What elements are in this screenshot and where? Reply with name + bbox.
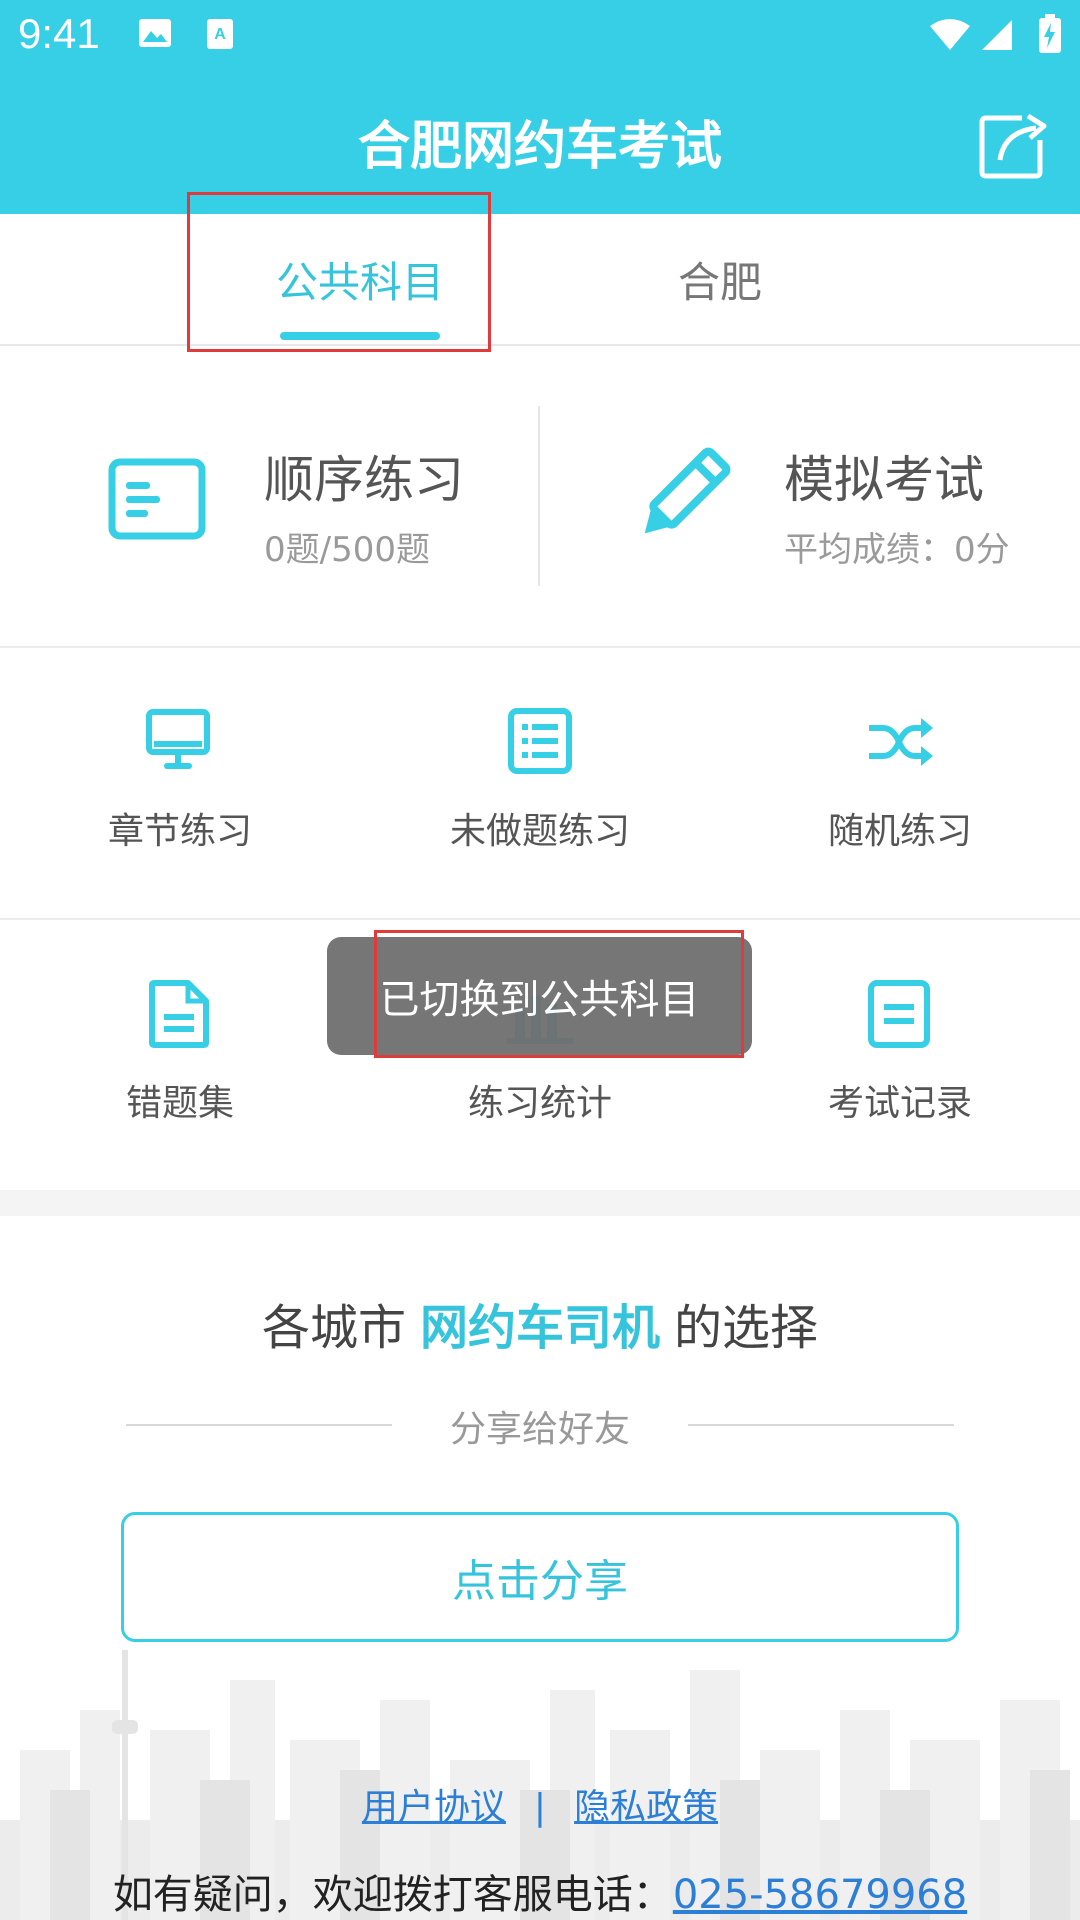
svg-text:A: A bbox=[214, 26, 226, 43]
undone-practice-label: 未做题练习 bbox=[449, 811, 630, 852]
undone-practice-button[interactable]: 未做题练习 bbox=[360, 650, 720, 920]
slogan-prefix: 各城市 bbox=[261, 1300, 406, 1356]
tab-hefei[interactable]: 合肥 bbox=[600, 214, 840, 344]
share-caption: 分享给好友 bbox=[449, 1409, 630, 1450]
footer-links: 用户协议 | 隐私政策 bbox=[0, 1778, 1080, 1830]
slogan-suffix: 的选择 bbox=[674, 1300, 819, 1356]
contact-prefix: 如有疑问，欢迎拨打客服电话： bbox=[112, 1872, 673, 1918]
sequential-practice-card[interactable]: 顺序练习 0题/500题 bbox=[0, 346, 538, 646]
monitor-icon bbox=[146, 709, 210, 769]
chapter-practice-button[interactable]: 章节练习 bbox=[0, 650, 360, 920]
checklist-icon bbox=[508, 708, 572, 774]
highlight-box-toast bbox=[374, 930, 744, 1058]
contact-line: 如有疑问，欢迎拨打客服电话：025-58679968 bbox=[0, 1862, 1080, 1920]
text-notification-icon: A bbox=[207, 19, 233, 49]
service-phone-link[interactable]: 025-58679968 bbox=[673, 1872, 967, 1918]
card-list-icon bbox=[108, 458, 206, 540]
page-title: 合肥网约车考试 bbox=[357, 117, 722, 177]
privacy-policy-link[interactable]: 隐私政策 bbox=[574, 1787, 718, 1828]
mock-exam-average: 平均成绩：0分 bbox=[784, 530, 1010, 570]
status-time: 9:41 bbox=[18, 10, 100, 57]
wifi-icon bbox=[930, 19, 970, 50]
sequential-practice-progress: 0题/500题 bbox=[264, 530, 430, 570]
gallery-notification-icon bbox=[139, 19, 171, 47]
user-agreement-link[interactable]: 用户协议 bbox=[362, 1787, 506, 1828]
random-practice-label: 随机练习 bbox=[827, 811, 972, 852]
mock-exam-title: 模拟考试 bbox=[784, 451, 984, 509]
signal-icon bbox=[982, 20, 1012, 50]
exam-records-label: 考试记录 bbox=[827, 1083, 972, 1124]
mock-exam-card[interactable]: 模拟考试 平均成绩：0分 bbox=[540, 346, 1080, 646]
share-icon[interactable] bbox=[978, 110, 1048, 180]
pencil-icon bbox=[644, 447, 731, 534]
feature-row: 顺序练习 0题/500题 模拟考试 平均成绩：0分 bbox=[0, 346, 1080, 648]
share-button[interactable]: 点击分享 bbox=[121, 1512, 959, 1642]
app-bar: 9:41 A 合肥网约车考试 bbox=[0, 0, 1080, 214]
battery-icon bbox=[1039, 14, 1061, 53]
subject-tabs: 公共科目 合肥 bbox=[0, 214, 1080, 346]
slogan: 各城市 网约车司机 的选择 bbox=[0, 1288, 1080, 1358]
record-icon bbox=[868, 980, 930, 1048]
footer-link-separator: | bbox=[533, 1787, 547, 1828]
share-divider-right bbox=[688, 1424, 954, 1426]
section-divider-band bbox=[0, 1190, 1080, 1216]
wrong-questions-button[interactable]: 错题集 bbox=[0, 922, 360, 1192]
wrong-questions-label: 错题集 bbox=[125, 1083, 234, 1124]
sequential-practice-title: 顺序练习 bbox=[264, 451, 464, 509]
random-practice-button[interactable]: 随机练习 bbox=[720, 650, 1080, 920]
document-icon bbox=[149, 980, 209, 1048]
practice-stats-label: 练习统计 bbox=[467, 1083, 612, 1124]
chapter-practice-label: 章节练习 bbox=[107, 811, 252, 852]
highlight-box-tab bbox=[187, 192, 491, 352]
shuffle-icon bbox=[869, 718, 933, 766]
exam-records-button[interactable]: 考试记录 bbox=[720, 922, 1080, 1192]
slogan-highlight: 网约车司机 bbox=[419, 1300, 660, 1356]
status-bar: 9:41 A bbox=[0, 0, 1080, 72]
practice-grid-row-1: 章节练习 未做题练习 随机练习 bbox=[0, 650, 1080, 920]
